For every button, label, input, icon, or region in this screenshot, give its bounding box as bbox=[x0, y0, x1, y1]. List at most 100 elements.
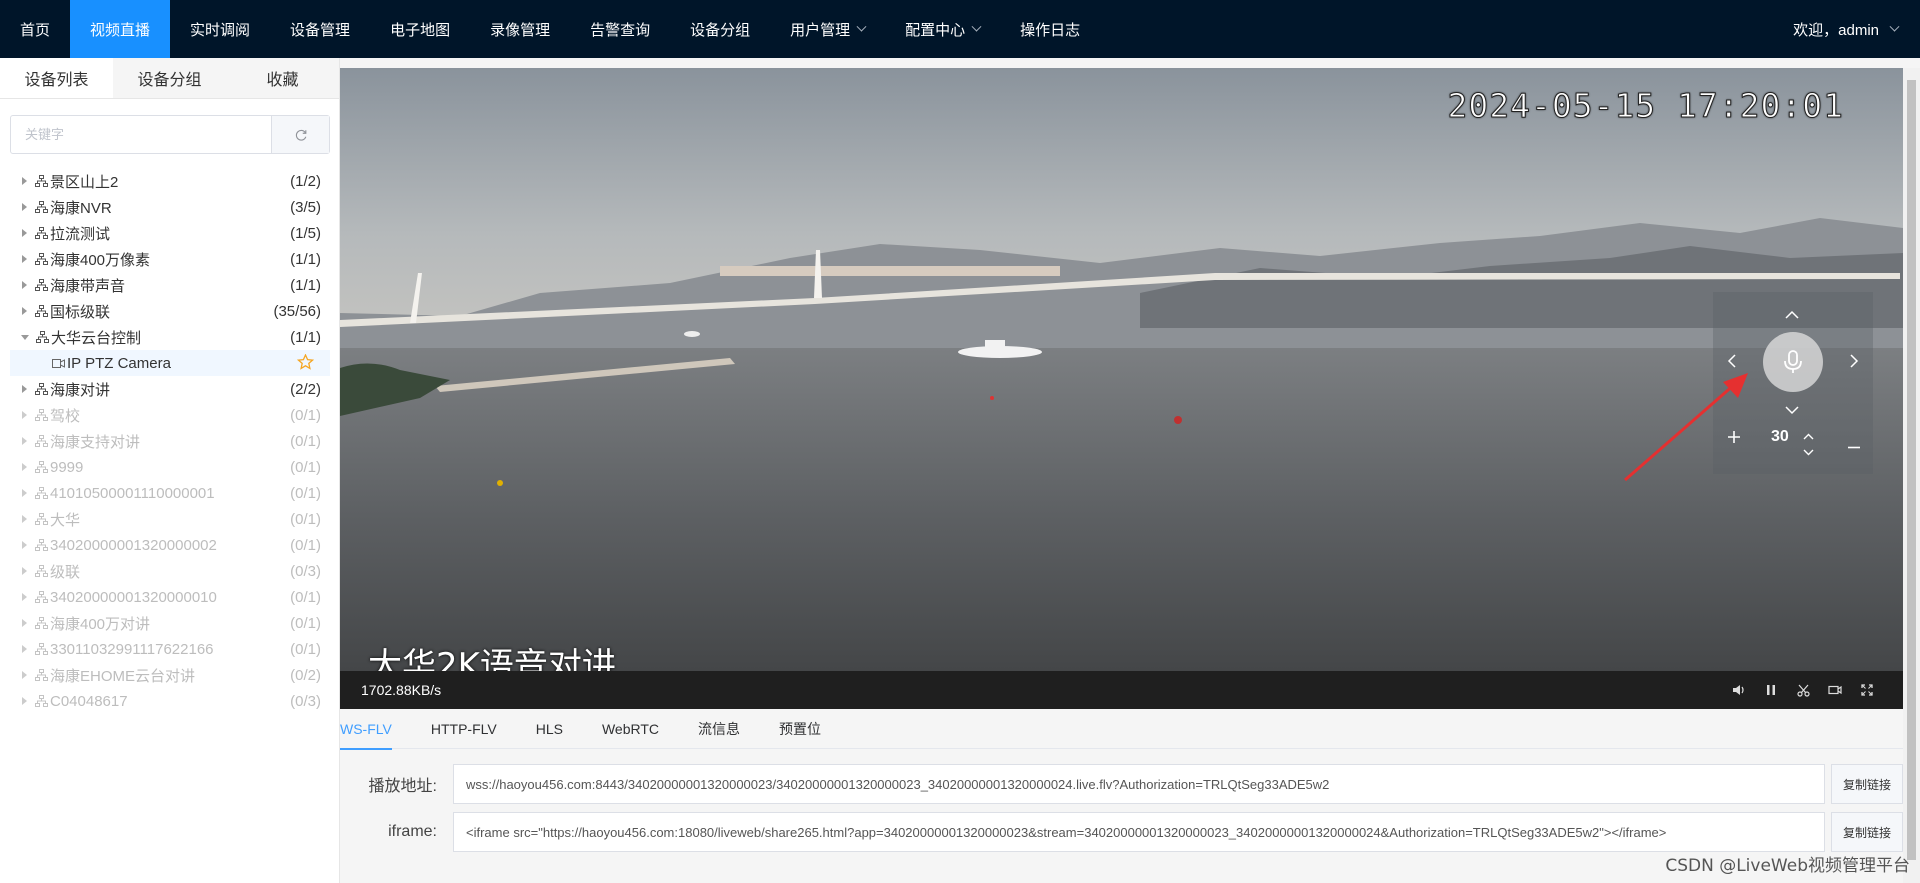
nav-item-2[interactable]: 实时调阅 bbox=[170, 0, 270, 58]
tree-node[interactable]: 海康EHOME云台对讲 (0/2) bbox=[10, 662, 330, 688]
tree-node-label: 级联 bbox=[50, 563, 81, 581]
tree-node[interactable]: 大华云台控制 (1/1) bbox=[10, 324, 330, 350]
caret-right-icon[interactable] bbox=[22, 671, 27, 679]
stream-tab-5[interactable]: 预置位 bbox=[779, 709, 821, 749]
play-url-field[interactable]: wss://haoyou456.com:8443/340200000013200… bbox=[453, 764, 1825, 804]
nav-item-6[interactable]: 告警查询 bbox=[570, 0, 670, 58]
stream-tab-0[interactable]: WS-FLV bbox=[340, 709, 392, 750]
sidebar-tab-0[interactable]: 设备列表 bbox=[0, 58, 113, 98]
tree-node[interactable]: 33011032991117622166 (0/1) bbox=[10, 636, 330, 662]
tree-node[interactable]: 海康带声音 (1/1) bbox=[10, 272, 330, 298]
caret-right-icon[interactable] bbox=[22, 307, 27, 315]
tree-node[interactable]: 级联 (0/3) bbox=[10, 558, 330, 584]
group-icon bbox=[36, 331, 51, 343]
nav-item-0[interactable]: 首页 bbox=[0, 0, 70, 58]
ptz-down-button[interactable] bbox=[1785, 402, 1799, 420]
tree-node[interactable]: 海康NVR (3/5) bbox=[10, 194, 330, 220]
tree-node-label: 34020000001320000010 bbox=[50, 588, 217, 606]
caret-right-icon[interactable] bbox=[22, 463, 27, 471]
sidebar-tab-1[interactable]: 设备分组 bbox=[113, 58, 226, 98]
volume-icon bbox=[1733, 685, 1744, 695]
caret-right-icon[interactable] bbox=[22, 385, 27, 393]
caret-right-icon[interactable] bbox=[22, 541, 27, 549]
fullscreen-button[interactable] bbox=[1857, 680, 1877, 700]
speed-down-button[interactable] bbox=[1803, 443, 1814, 461]
page-scrollbar[interactable] bbox=[1903, 68, 1920, 883]
tree-node[interactable]: 国标级联 (35/56) bbox=[10, 298, 330, 324]
group-icon bbox=[35, 409, 50, 421]
stream-tab-1[interactable]: HTTP-FLV bbox=[431, 709, 497, 749]
caret-right-icon[interactable] bbox=[22, 697, 27, 705]
user-menu[interactable]: 欢迎，admin bbox=[1793, 0, 1900, 58]
talk-button[interactable] bbox=[1763, 332, 1823, 392]
chevron-down-icon bbox=[971, 21, 982, 32]
nav-item-10[interactable]: 操作日志 bbox=[1000, 0, 1100, 58]
tree-node[interactable]: 41010500001110000001 (0/1) bbox=[10, 480, 330, 506]
caret-right-icon[interactable] bbox=[22, 255, 27, 263]
caret-right-icon[interactable] bbox=[22, 593, 27, 601]
tree-node-count: (35/56) bbox=[273, 302, 321, 320]
stream-tab-4[interactable]: 流信息 bbox=[698, 709, 740, 749]
sidebar-tabs: 设备列表 设备分组 收藏 bbox=[0, 58, 339, 99]
tree-node[interactable]: 拉流测试 (1/5) bbox=[10, 220, 330, 246]
tree-node[interactable]: 海康400万像素 (1/1) bbox=[10, 246, 330, 272]
tree-node[interactable]: 大华 (0/1) bbox=[10, 506, 330, 532]
iframe-label: iframe: bbox=[388, 823, 437, 840]
nav-item-7[interactable]: 设备分组 bbox=[670, 0, 770, 58]
screenshot-button[interactable] bbox=[1793, 680, 1813, 700]
nav-item-9[interactable]: 配置中心 bbox=[885, 0, 1000, 58]
caret-right-icon[interactable] bbox=[22, 515, 27, 523]
tree-node-count: (0/1) bbox=[290, 406, 321, 424]
group-icon bbox=[35, 487, 50, 499]
tree-node-label: 海康支持对讲 bbox=[50, 433, 141, 451]
tree-node[interactable]: 海康对讲 (2/2) bbox=[10, 376, 330, 402]
tree-node[interactable]: 景区山上2 (1/2) bbox=[10, 168, 330, 194]
iframe-code-field[interactable]: <iframe src="https://haoyou456.com:18080… bbox=[453, 812, 1825, 852]
tree-node[interactable]: 海康支持对讲 (0/1) bbox=[10, 428, 330, 454]
zoom-out-button[interactable] bbox=[1847, 436, 1861, 454]
caret-right-icon[interactable] bbox=[22, 489, 27, 497]
caret-right-icon[interactable] bbox=[22, 619, 27, 627]
nav-item-label: 告警查询 bbox=[590, 21, 651, 39]
tree-node[interactable]: 海康400万对讲 (0/1) bbox=[10, 610, 330, 636]
main-panel: 2024-05-15 17:20:01 大华2K语音对讲 30 1702.88K… bbox=[340, 58, 1920, 883]
stream-tab-3[interactable]: WebRTC bbox=[602, 709, 659, 749]
ptz-right-button[interactable] bbox=[1850, 354, 1859, 373]
nav-item-3[interactable]: 设备管理 bbox=[270, 0, 370, 58]
tree-node[interactable]: 9999 (0/1) bbox=[10, 454, 330, 480]
caret-right-icon[interactable] bbox=[22, 411, 27, 419]
caret-right-icon[interactable] bbox=[22, 203, 27, 211]
nav-item-4[interactable]: 电子地图 bbox=[370, 0, 470, 58]
nav-item-8[interactable]: 用户管理 bbox=[770, 0, 885, 58]
caret-right-icon[interactable] bbox=[22, 645, 27, 653]
nav-item-1[interactable]: 视频直播 bbox=[70, 0, 171, 58]
tree-node[interactable]: 驾校 (0/1) bbox=[10, 402, 330, 428]
group-icon bbox=[35, 175, 50, 187]
tree-node[interactable]: 34020000001320000010 (0/1) bbox=[10, 584, 330, 610]
stream-tab-2[interactable]: HLS bbox=[536, 709, 563, 749]
pause-button[interactable] bbox=[1761, 680, 1781, 700]
caret-down-icon[interactable] bbox=[21, 334, 29, 340]
copy-iframe-button[interactable]: 复制链接 bbox=[1831, 812, 1903, 852]
caret-right-icon[interactable] bbox=[22, 177, 27, 185]
volume-button[interactable] bbox=[1729, 680, 1749, 700]
tree-node[interactable]: C04048617 (0/3) bbox=[10, 688, 330, 714]
sidebar-tab-2[interactable]: 收藏 bbox=[226, 58, 339, 98]
play-url-row: 播放地址: wss://haoyou456.com:8443/340200000… bbox=[340, 763, 1903, 805]
tree-device-node[interactable]: IP PTZ Camera bbox=[10, 350, 330, 376]
caret-right-icon[interactable] bbox=[22, 281, 27, 289]
star-icon[interactable] bbox=[296, 353, 315, 374]
caret-right-icon[interactable] bbox=[22, 229, 27, 237]
search-input[interactable] bbox=[11, 116, 271, 153]
refresh-button[interactable] bbox=[271, 116, 329, 153]
tree-node[interactable]: 34020000001320000002 (0/1) bbox=[10, 532, 330, 558]
video-player[interactable]: 2024-05-15 17:20:01 大华2K语音对讲 30 bbox=[340, 68, 1903, 671]
record-button[interactable] bbox=[1825, 680, 1845, 700]
scrollbar-thumb[interactable] bbox=[1907, 80, 1916, 860]
caret-right-icon[interactable] bbox=[22, 437, 27, 445]
caret-right-icon[interactable] bbox=[22, 567, 27, 575]
nav-item-5[interactable]: 录像管理 bbox=[470, 0, 570, 58]
ptz-up-button[interactable] bbox=[1785, 306, 1799, 324]
bitrate-display: 1702.88KB/s bbox=[361, 682, 442, 698]
copy-play-url-button[interactable]: 复制链接 bbox=[1831, 764, 1903, 804]
